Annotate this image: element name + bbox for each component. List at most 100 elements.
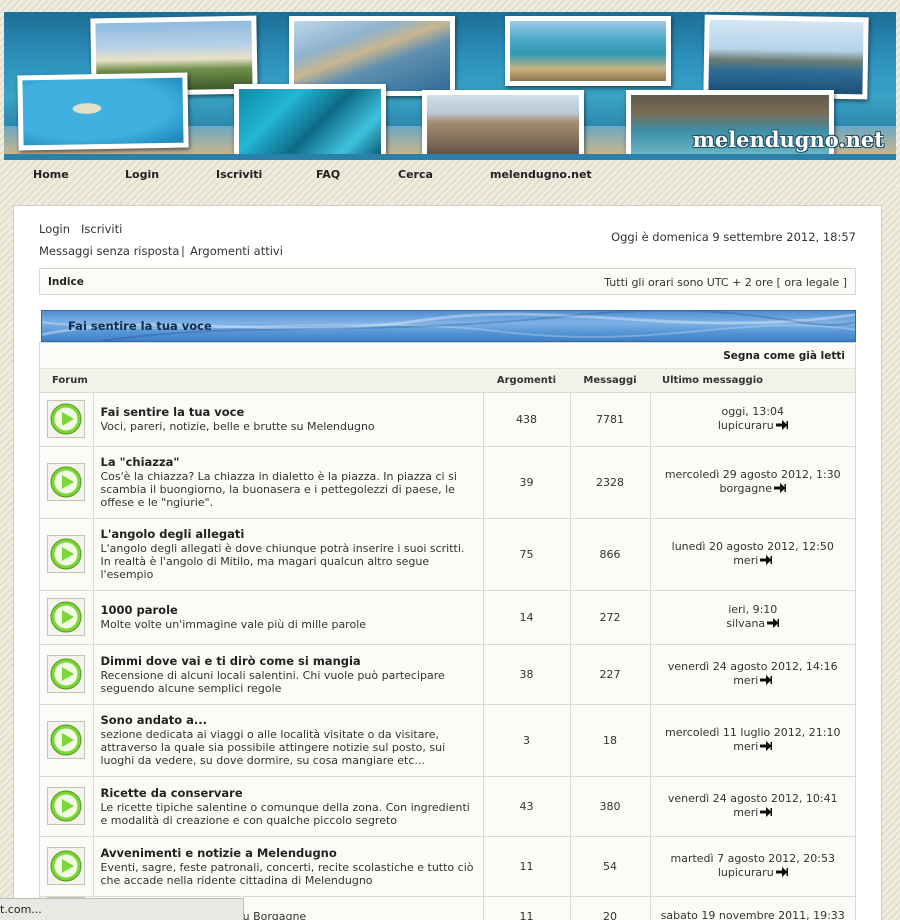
forum-posts-count: 54 — [569, 835, 650, 896]
forum-topics-count: 43 — [482, 775, 570, 836]
forum-topics-count: 75 — [482, 517, 570, 590]
last-post-date: venerdì 24 agosto 2012, 14:16 — [667, 660, 838, 673]
forum-info-cell: Avvenimenti e notizie a Melendugno Eventi… — [93, 835, 483, 896]
breadcrumb-home[interactable]: Indice — [48, 276, 84, 288]
goto-last-post-icon[interactable] — [760, 741, 773, 751]
forum-status-cell — [40, 703, 94, 776]
forum-status-cell — [40, 835, 94, 896]
active-topics-link[interactable]: Argomenti attivi — [190, 244, 283, 258]
forum-description: Molte volte un'immagine vale più di mill… — [100, 618, 367, 631]
nav-faq[interactable]: FAQ — [316, 168, 340, 181]
forum-row: La "chiazza" Cos'è la chiazza? La chiazza… — [40, 445, 855, 518]
last-post-date: lunedì 20 agosto 2012, 12:50 — [671, 540, 834, 553]
main-nav: Home Login Iscriviti FAQ Cerca melendugn… — [0, 160, 900, 192]
last-post-user[interactable]: meri — [733, 740, 758, 753]
forum-read-icon[interactable] — [47, 400, 86, 438]
forum-last-post: oggi, 13:04 lupicuraru — [649, 391, 855, 446]
nav-search[interactable]: Cerca — [398, 168, 433, 181]
goto-last-post-icon[interactable] — [760, 675, 773, 685]
forum-status-cell — [40, 391, 94, 446]
nav-home[interactable]: Home — [33, 168, 69, 181]
forum-last-post: sabato 19 novembre 2011, 19:33 — [649, 895, 855, 920]
banner-photo-pool — [234, 84, 386, 154]
forum-posts-count: 272 — [569, 589, 650, 644]
last-post-date: mercoledì 29 agosto 2012, 1:30 — [664, 468, 841, 481]
forum-posts-count: 866 — [569, 517, 650, 590]
last-post-user[interactable]: meri — [733, 674, 758, 687]
col-topics: Argomenti — [483, 369, 570, 393]
forum-info-cell: La "chiazza" Cos'è la chiazza? La chiazza… — [93, 445, 483, 518]
forum-name[interactable]: L'angolo degli allegati — [101, 527, 477, 541]
forum-name[interactable]: La "chiazza" — [101, 455, 477, 469]
nav-register[interactable]: Iscriviti — [216, 168, 262, 181]
mark-read-row: Segna come già letti — [40, 343, 855, 369]
forum-topics-count: 39 — [482, 445, 570, 518]
forum-last-post: mercoledì 29 agosto 2012, 1:30 borgagne — [649, 445, 855, 518]
login-link[interactable]: Login — [39, 222, 70, 236]
last-post-date: oggi, 13:04 — [721, 405, 784, 418]
category-header: Fai sentire la tua voce — [41, 310, 856, 342]
last-post-user[interactable]: lupicuraru — [718, 419, 774, 432]
main-content: Login Iscriviti Messaggi senza risposta … — [13, 205, 882, 920]
site-logo[interactable]: melendugno.net — [693, 127, 884, 152]
col-forum: Forum — [40, 369, 483, 393]
forum-read-icon[interactable] — [47, 463, 86, 501]
forum-info-cell: Dimmi dove vai e ti dirò come si mangia R… — [93, 643, 483, 704]
last-post-user[interactable]: meri — [733, 806, 758, 819]
nav-melendugno[interactable]: melendugno.net — [490, 168, 592, 181]
category-title[interactable]: Fai sentire la tua voce — [68, 319, 212, 333]
site-banner: melendugno.net — [4, 12, 896, 160]
forum-last-post: lunedì 20 agosto 2012, 12:50 meri — [649, 517, 855, 590]
goto-last-post-icon[interactable] — [760, 555, 773, 565]
goto-last-post-icon[interactable] — [767, 618, 780, 628]
forum-posts-count: 20 — [569, 895, 650, 920]
forum-read-icon[interactable] — [47, 655, 86, 693]
register-link[interactable]: Iscriviti — [81, 222, 122, 236]
last-post-date: sabato 19 novembre 2011, 19:33 — [660, 909, 845, 920]
forum-name[interactable]: Avvenimenti e notizie a Melendugno — [101, 846, 477, 860]
forum-read-icon[interactable] — [47, 535, 86, 573]
forum-topics-count: 14 — [482, 589, 570, 644]
goto-last-post-icon[interactable] — [760, 807, 773, 817]
last-post-user[interactable]: silvana — [726, 617, 765, 630]
forum-posts-count: 18 — [569, 703, 650, 776]
nav-login[interactable]: Login — [125, 168, 159, 181]
last-post-user[interactable]: meri — [733, 554, 758, 567]
forum-name[interactable]: Fai sentire la tua voce — [101, 405, 477, 419]
forum-name[interactable]: 1000 parole — [101, 603, 477, 617]
goto-last-post-icon[interactable] — [775, 420, 788, 430]
banner-photo-church — [422, 90, 584, 154]
forum-description: L'angolo degli allegati è dove chiunque … — [100, 542, 465, 581]
forum-info-cell: Sono andato a... sezione dedicata ai viag… — [93, 703, 483, 776]
forum-posts-count: 227 — [569, 643, 650, 704]
unanswered-link[interactable]: Messaggi senza risposta — [39, 244, 179, 258]
last-post-date: mercoledì 11 luglio 2012, 21:10 — [665, 726, 841, 739]
forum-row: Dimmi dove vai e ti dirò come si mangia R… — [40, 643, 855, 704]
forum-description: Le ricette tipiche salentine o comunque … — [100, 800, 470, 827]
forum-row: Avvenimenti e notizie a Melendugno Eventi… — [40, 835, 855, 896]
goto-last-post-icon[interactable] — [774, 483, 786, 493]
forum-name[interactable]: Sono andato a... — [101, 713, 477, 727]
forum-status-cell — [40, 445, 94, 518]
forum-read-icon[interactable] — [47, 787, 86, 825]
mark-read-link[interactable]: Segna come già letti — [723, 350, 845, 362]
forum-info-cell: Fai sentire la tua voce Voci, pareri, not… — [93, 391, 483, 446]
forum-read-icon[interactable] — [47, 598, 86, 636]
browser-status-bar: t.com... — [0, 898, 244, 920]
forum-topics-count: 11 — [482, 835, 570, 896]
forum-table: Forum Argomenti Messaggi Ultimo messaggi… — [40, 369, 855, 920]
forum-row: Fai sentire la tua voce Voci, pareri, not… — [40, 391, 855, 446]
last-post-date: martedì 7 agosto 2012, 20:53 — [670, 852, 835, 865]
forum-read-icon[interactable] — [47, 721, 86, 759]
forum-name[interactable]: Dimmi dove vai e ti dirò come si mangia — [101, 654, 477, 668]
forum-list: Segna come già letti Forum Argomenti Mes… — [39, 342, 856, 920]
forum-read-icon[interactable] — [47, 847, 86, 885]
last-post-user[interactable]: borgagne — [720, 482, 773, 495]
banner-photo-stacks — [703, 14, 869, 100]
forum-topics-count: 3 — [482, 703, 570, 776]
forum-name[interactable]: Ricette da conservare — [101, 786, 477, 800]
forum-last-post: ieri, 9:10 silvana — [649, 589, 855, 644]
goto-last-post-icon[interactable] — [775, 867, 788, 877]
forum-topics-count: 11 — [482, 895, 570, 920]
last-post-user[interactable]: lupicuraru — [718, 866, 774, 879]
